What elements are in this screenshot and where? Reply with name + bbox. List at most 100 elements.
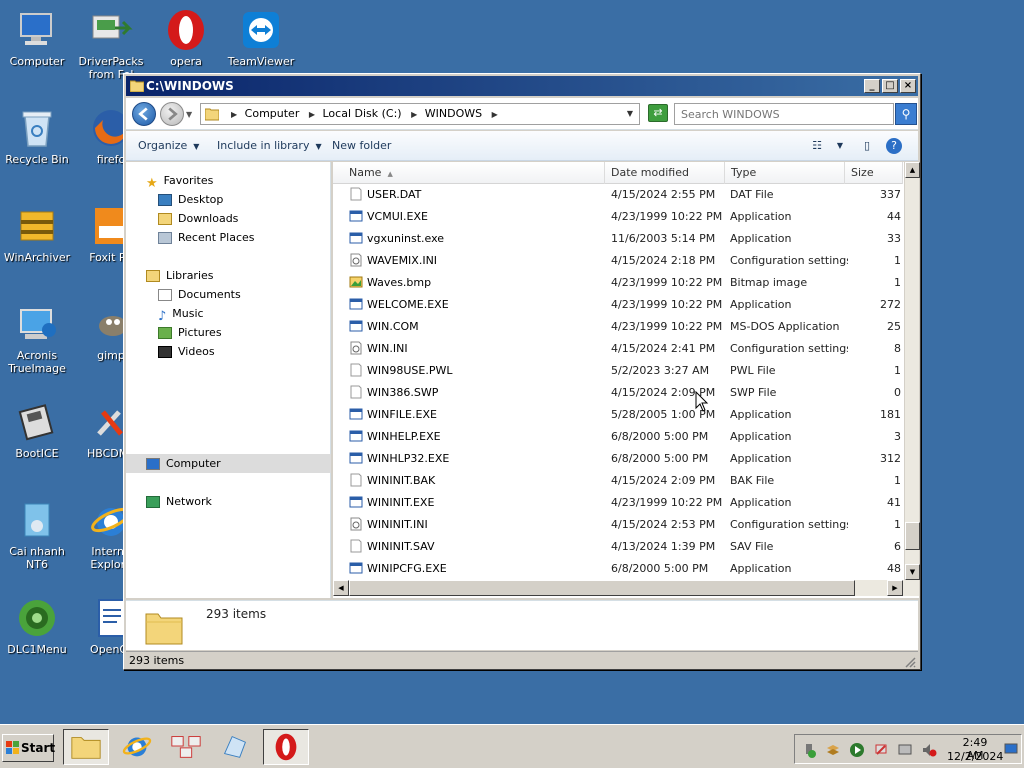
minimize-button[interactable]: _: [864, 79, 880, 93]
column-header-type[interactable]: Type: [725, 162, 845, 184]
desktop-icon-bootice[interactable]: BootICE: [0, 400, 74, 460]
maximize-button[interactable]: □: [882, 79, 898, 93]
table-row[interactable]: WININIT.BAK 4/15/2024 2:09 PM BAK File 1: [333, 470, 903, 492]
breadcrumb-windows[interactable]: WINDOWS: [425, 104, 482, 124]
details-pane: 293 items: [126, 600, 918, 650]
desktop-icon-dlc1menu[interactable]: DLC1Menu: [0, 596, 74, 656]
help-icon[interactable]: ?: [886, 138, 902, 154]
view-options-icon[interactable]: ☷: [808, 138, 826, 154]
desktop-icon-computer[interactable]: Computer: [0, 8, 74, 68]
nav-music[interactable]: ♪ Music: [158, 305, 204, 324]
breadcrumb-chevron-icon[interactable]: ▶: [492, 105, 498, 125]
nav-favorites[interactable]: ★ Favorites: [146, 172, 213, 191]
scroll-up-icon[interactable]: ▲: [905, 162, 920, 178]
breadcrumb-chevron-icon[interactable]: ▶: [309, 105, 315, 125]
table-row[interactable]: vgxuninst.exe 11/6/2003 5:14 PM Applicatio…: [333, 228, 903, 250]
organize-button[interactable]: Organize ▼: [138, 139, 199, 152]
usb-icon[interactable]: [801, 742, 817, 758]
new-folder-button[interactable]: New folder: [332, 139, 391, 152]
horizontal-scroll-thumb[interactable]: [349, 580, 855, 596]
close-button[interactable]: ×: [900, 79, 916, 93]
table-row[interactable]: WIN.INI 4/15/2024 2:41 PM Configuration se…: [333, 338, 903, 360]
taskbar-explorer[interactable]: [63, 729, 109, 765]
breadcrumb-chevron-icon[interactable]: ▶: [411, 105, 417, 125]
status-text: 293 items: [129, 654, 185, 667]
title-bar[interactable]: C:\WINDOWS _ □ ×: [126, 76, 918, 96]
view-dropdown-icon[interactable]: ▼: [831, 138, 849, 154]
nav-downloads[interactable]: Downloads: [158, 210, 238, 228]
vertical-scroll-thumb[interactable]: [905, 522, 920, 550]
forward-button[interactable]: [160, 102, 184, 126]
table-row[interactable]: Waves.bmp 4/23/1999 10:22 PM Bitmap image 1: [333, 272, 903, 294]
volume-muted-icon[interactable]: [921, 742, 937, 758]
taskbar-app-4[interactable]: [213, 729, 259, 765]
clock-date[interactable]: 12/2/2024: [947, 750, 1003, 763]
column-header-size[interactable]: Size: [845, 162, 903, 184]
nav-documents[interactable]: Documents: [158, 286, 241, 304]
table-row[interactable]: WAVEMIX.INI 4/15/2024 2:18 PM Configuratio…: [333, 250, 903, 272]
layers-icon[interactable]: [825, 742, 841, 758]
table-row[interactable]: WINFILE.EXE 5/28/2005 1:00 PM Application 1…: [333, 404, 903, 426]
nav-desktop[interactable]: Desktop: [158, 191, 223, 209]
column-header-name[interactable]: Name ▲: [333, 162, 605, 184]
nav-recent-places[interactable]: Recent Places: [158, 229, 255, 247]
search-input[interactable]: [674, 103, 894, 125]
table-row[interactable]: WIN98USE.PWL 5/2/2023 3:27 AM PWL File 1: [333, 360, 903, 382]
table-row[interactable]: WININIT.SAV 4/13/2024 1:39 PM SAV File 6: [333, 536, 903, 558]
nav-libraries[interactable]: Libraries: [146, 267, 214, 285]
table-row[interactable]: WELCOME.EXE 4/23/1999 10:22 PM Application…: [333, 294, 903, 316]
play-icon[interactable]: [849, 742, 865, 758]
taskbar-internet-explorer[interactable]: [115, 729, 161, 765]
taskbar: Start 2:49 AM 12/2/2024: [0, 724, 1024, 768]
table-row[interactable]: WIN.COM 4/23/1999 10:22 PM MS-DOS Applicat…: [333, 316, 903, 338]
nav-computer[interactable]: Computer: [146, 455, 221, 473]
column-header-date[interactable]: Date modified: [605, 162, 725, 184]
table-row[interactable]: WIN386.SWP 4/15/2024 2:09 PM SWP File 0: [333, 382, 903, 404]
nav-videos[interactable]: Videos: [158, 343, 215, 361]
desktop-icon-teamviewer[interactable]: TeamViewer: [224, 8, 298, 68]
refresh-button[interactable]: ⇄: [648, 104, 668, 122]
back-button[interactable]: [132, 102, 156, 126]
preview-pane-icon[interactable]: ▯: [858, 138, 876, 154]
table-row[interactable]: WININIT.INI 4/15/2024 2:53 PM Configuratio…: [333, 514, 903, 536]
scroll-left-icon[interactable]: ◀: [333, 580, 349, 596]
desktop-icon-acronis[interactable]: Acronis TrueImage: [0, 302, 74, 375]
start-button[interactable]: Start: [2, 734, 55, 762]
desktop-icon-cai-nhanh[interactable]: Cai nhanh NT6: [0, 498, 74, 571]
taskbar-network-app[interactable]: [164, 729, 210, 765]
file-type: SWP File: [730, 386, 777, 399]
breadcrumb-computer[interactable]: Computer: [245, 104, 300, 124]
libraries-icon: [146, 270, 160, 282]
resize-grip-icon[interactable]: [904, 656, 916, 668]
breadcrumb-local-disk[interactable]: Local Disk (C:): [323, 104, 402, 124]
recent-places-icon: [158, 232, 172, 244]
desktop-icon-recycle-bin[interactable]: Recycle Bin: [0, 106, 74, 166]
address-input[interactable]: ▶ Computer ▶ Local Disk (C:) ▶ WINDOWS ▶…: [200, 103, 640, 125]
monitor-icon[interactable]: [897, 742, 913, 758]
horizontal-scrollbar[interactable]: ◀ ▶: [333, 580, 919, 596]
table-row[interactable]: WININIT.EXE 4/23/1999 10:22 PM Application…: [333, 492, 903, 514]
search-button[interactable]: ⚲: [895, 103, 917, 125]
desktop-icon-opera[interactable]: opera: [149, 8, 223, 68]
table-row[interactable]: VCMUI.EXE 4/23/1999 10:22 PM Application 44: [333, 206, 903, 228]
address-dropdown-icon[interactable]: ▼: [627, 104, 633, 124]
desktop-icon-driverpacks[interactable]: DriverPacks from Fol: [74, 8, 148, 81]
image-file-icon: [349, 276, 363, 288]
table-row[interactable]: WINIPCFG.EXE 6/8/2000 5:00 PM Application 4…: [333, 558, 903, 580]
table-row[interactable]: WINHELP.EXE 6/8/2000 5:00 PM Application 3: [333, 426, 903, 448]
show-desktop-icon[interactable]: [1003, 741, 1019, 757]
history-dropdown-icon[interactable]: ▼: [186, 110, 192, 119]
folder-icon: [71, 737, 101, 759]
nav-pictures[interactable]: Pictures: [158, 324, 222, 342]
breadcrumb-chevron-icon[interactable]: ▶: [231, 105, 237, 125]
desktop-icon-winarchiver[interactable]: WinArchiver: [0, 204, 74, 264]
network-status-icon[interactable]: [873, 742, 889, 758]
table-row[interactable]: WINHLP32.EXE 6/8/2000 5:00 PM Application 3…: [333, 448, 903, 470]
table-row[interactable]: USER.DAT 4/15/2024 2:55 PM DAT File 337: [333, 184, 903, 206]
scroll-down-icon[interactable]: ▼: [905, 564, 920, 580]
taskbar-opera[interactable]: [263, 729, 309, 765]
scroll-right-icon[interactable]: ▶: [887, 580, 903, 596]
vertical-scrollbar[interactable]: ▲ ▼: [904, 162, 920, 580]
nav-network[interactable]: Network: [146, 493, 212, 511]
include-in-library-button[interactable]: Include in library ▼: [217, 139, 322, 152]
